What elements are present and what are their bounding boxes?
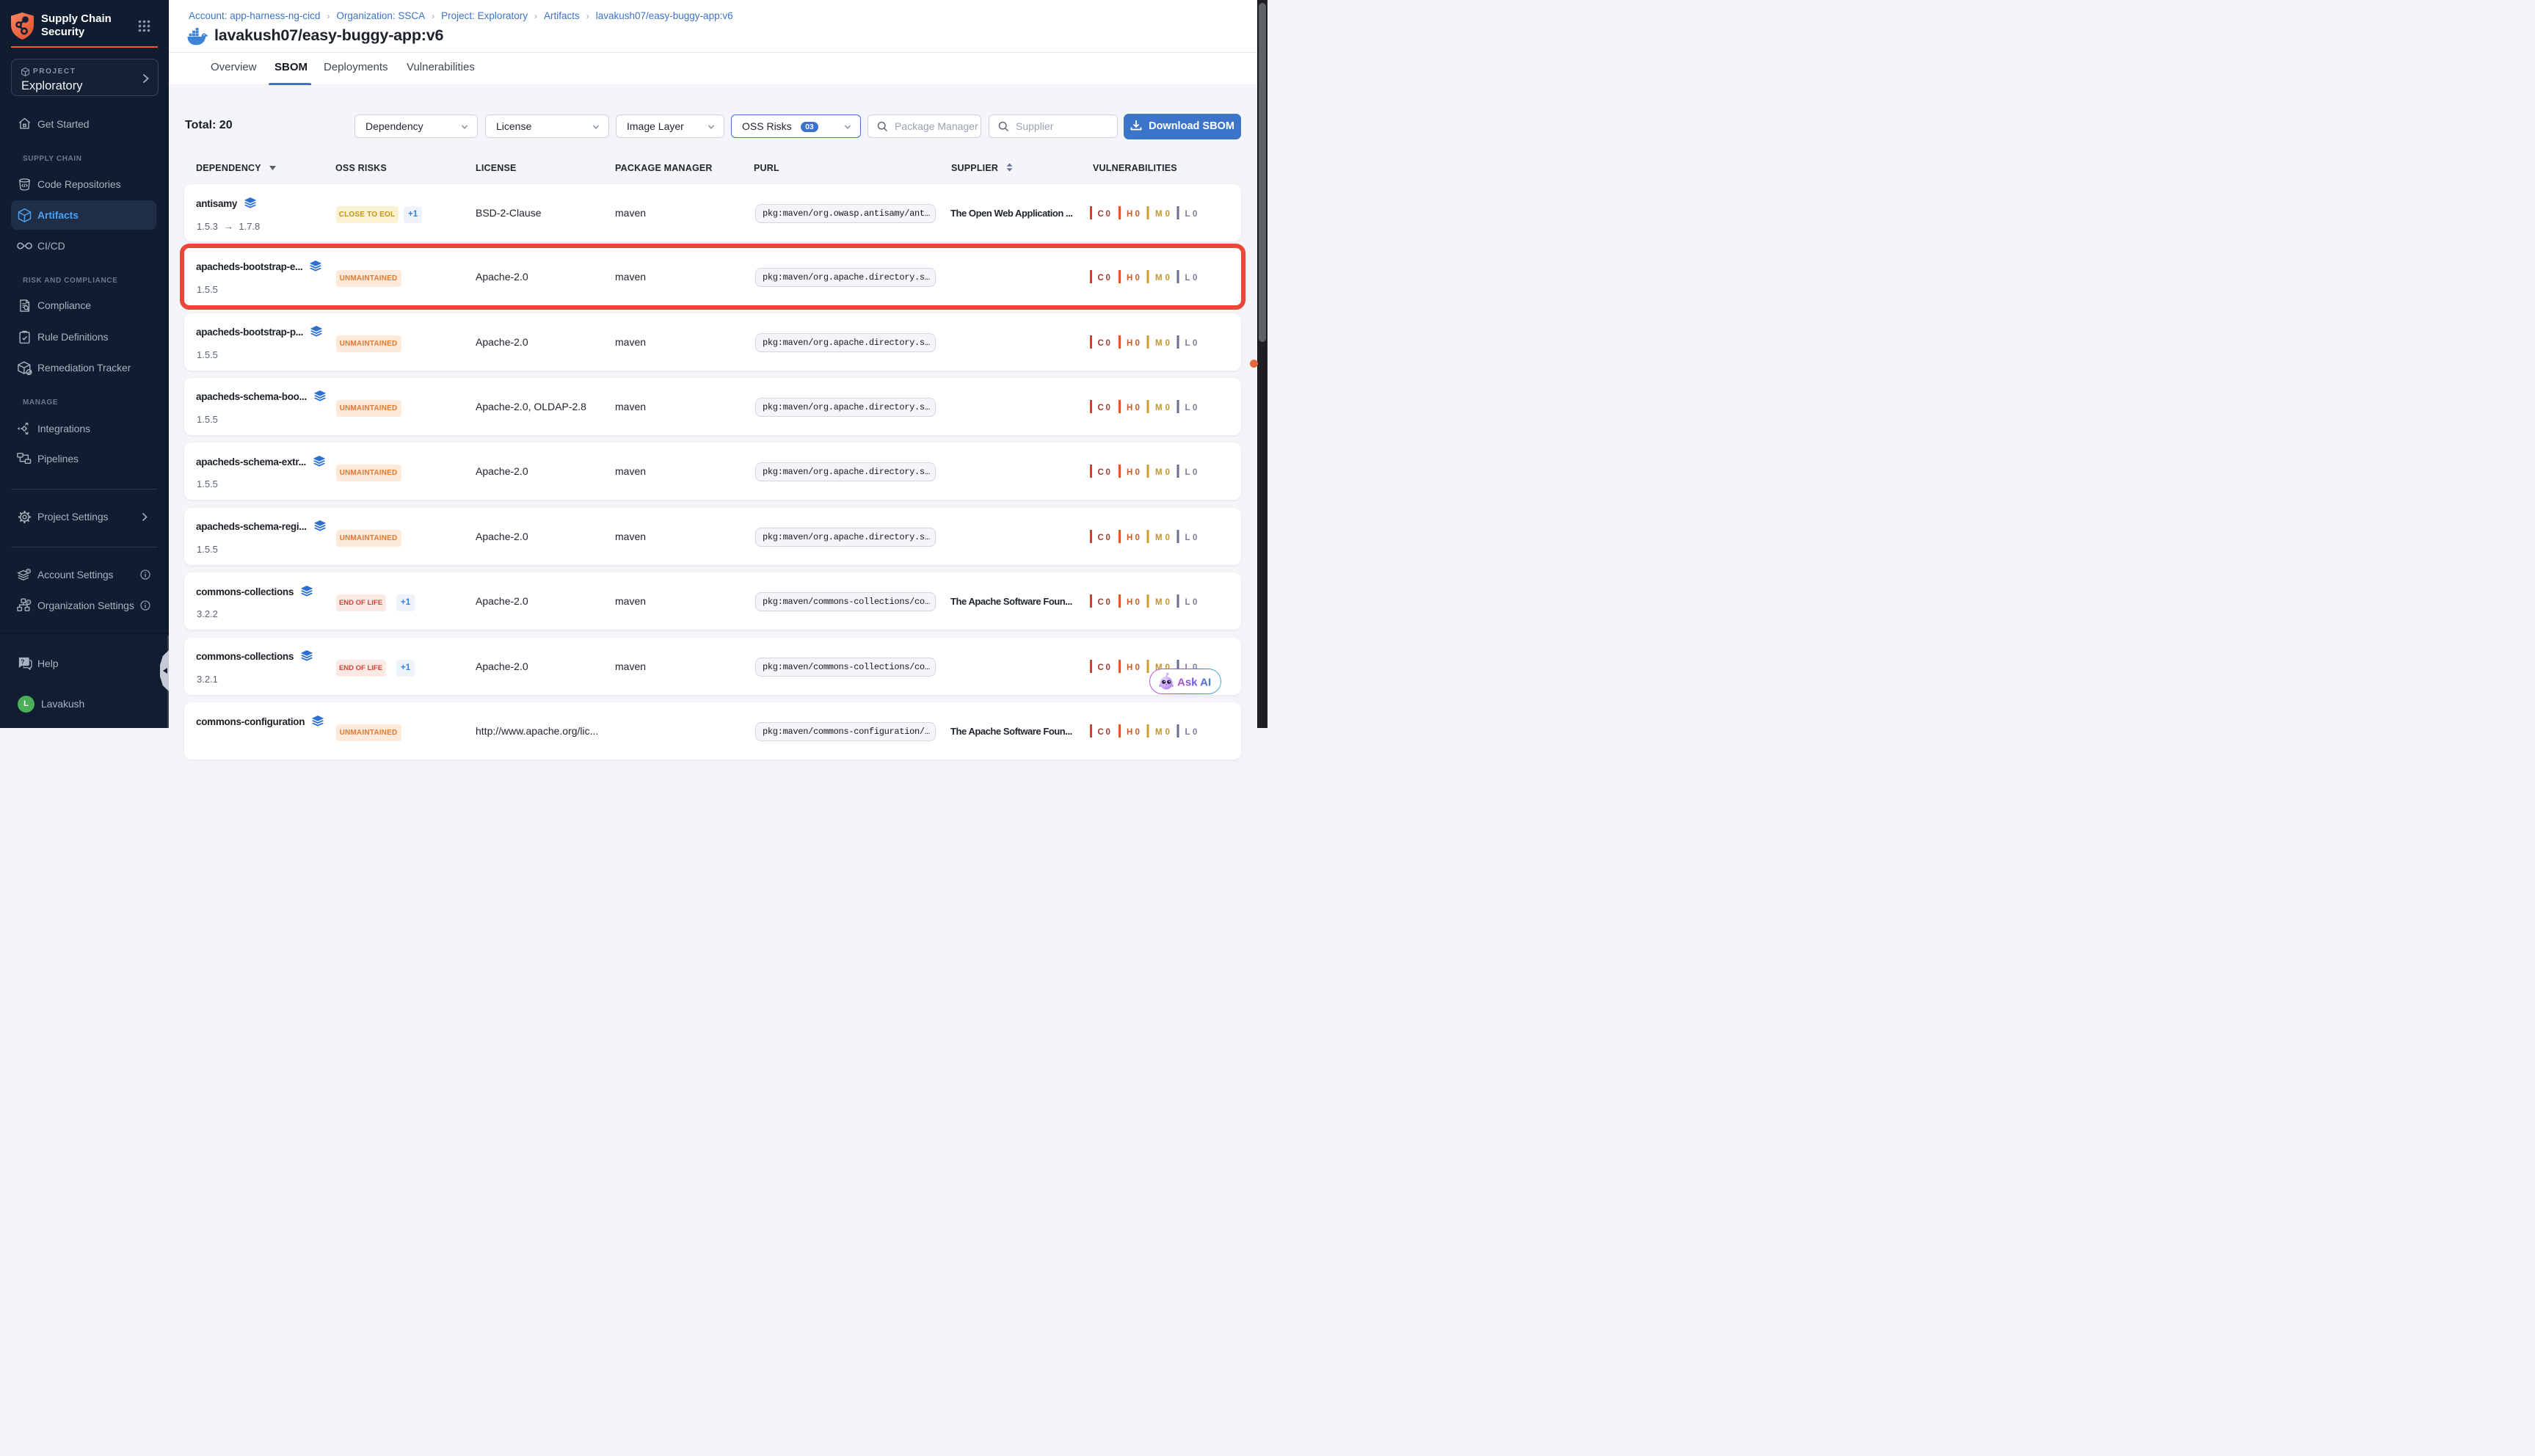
svg-text:Ask AI: Ask AI	[1177, 677, 1211, 689]
svg-text:?: ?	[21, 658, 24, 665]
